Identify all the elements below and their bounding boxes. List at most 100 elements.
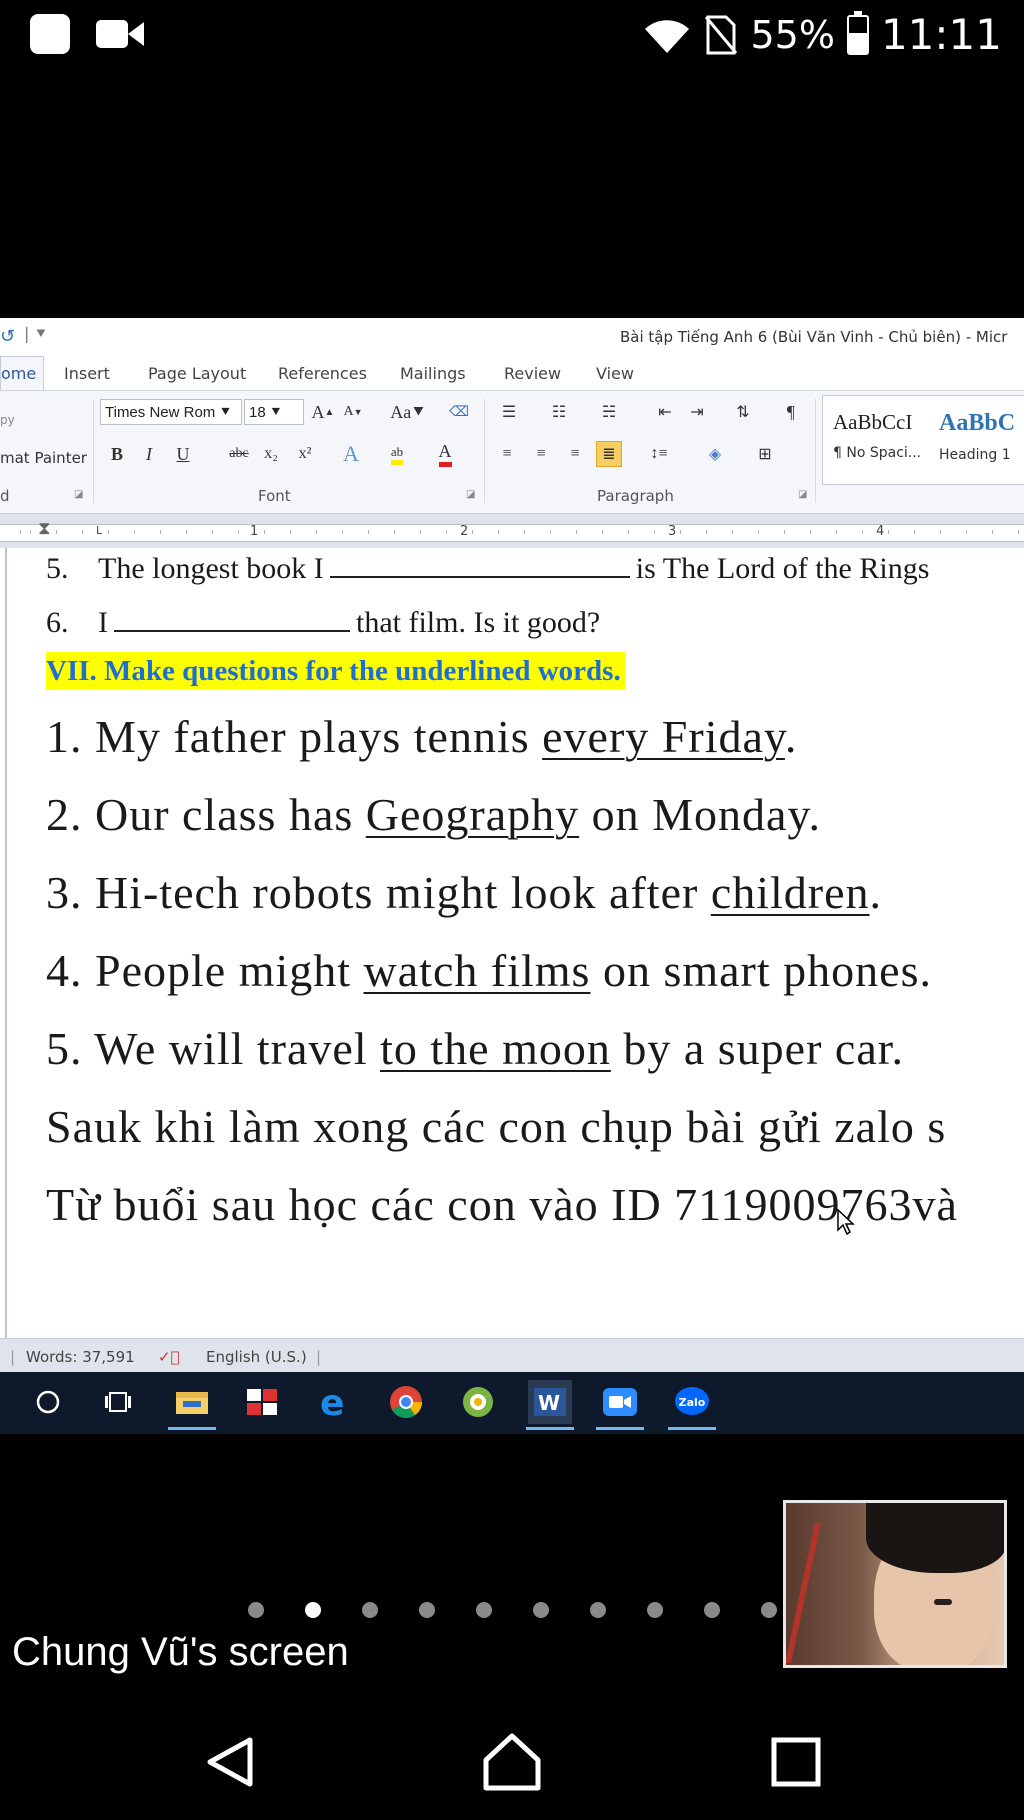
page-dot[interactable] (362, 1602, 378, 1618)
align-left-icon[interactable]: ≡ (494, 441, 520, 467)
tab-review[interactable]: Review (504, 364, 561, 383)
home-icon[interactable] (482, 1732, 542, 1792)
section-heading: VII. Make questions for the underlined w… (46, 652, 625, 690)
clear-format-icon[interactable]: ⌫ (446, 399, 472, 425)
note-line-1: Sauk khi làm xong các con chụp bài gửi z… (46, 1100, 946, 1153)
word-title-bar: ↺ | ⯆ Bài tập Tiếng Anh 6 (Bùi Văn Vinh … (0, 318, 1024, 356)
participant-video[interactable] (783, 1500, 1007, 1668)
decrease-indent-icon[interactable]: ⇤ (652, 399, 678, 425)
windows-taskbar: e W Zalo (0, 1372, 1024, 1434)
subscript-icon[interactable]: x₂ (258, 441, 284, 467)
multilevel-list-icon[interactable]: ☵ (596, 399, 622, 425)
highlight-icon[interactable]: ab (384, 441, 410, 467)
mouse-cursor-icon (837, 1208, 855, 1236)
tab-page-layout[interactable]: Page Layout (148, 364, 246, 383)
show-marks-icon[interactable]: ¶ (778, 399, 804, 425)
status-bar: 55% 11:11 (0, 0, 1024, 70)
page-dot[interactable] (476, 1602, 492, 1618)
font-launcher-icon[interactable]: ◪ (466, 489, 475, 500)
zalo-icon[interactable]: Zalo (668, 1380, 716, 1430)
style-sample: AaBbCcI (833, 410, 913, 434)
language-indicator[interactable]: English (U.S.) (206, 1348, 307, 1366)
recents-icon[interactable] (766, 1732, 826, 1792)
numbering-icon[interactable]: ☷ (546, 399, 572, 425)
style-name: Heading 1 (939, 447, 1011, 463)
question-4: 4. People might watch films on smart pho… (46, 944, 932, 997)
font-color-icon[interactable]: A (432, 441, 458, 467)
page-dot[interactable] (761, 1602, 777, 1618)
page-dot[interactable] (647, 1602, 663, 1618)
file-explorer-icon[interactable] (168, 1380, 216, 1430)
align-center-icon[interactable]: ≡ (528, 441, 554, 467)
app-icon[interactable] (240, 1380, 284, 1424)
underline-icon[interactable]: U (170, 441, 196, 467)
proofing-icon[interactable]: ✓⃝ (158, 1348, 180, 1366)
undo-icon[interactable]: ↺ (0, 326, 15, 347)
word-icon[interactable]: W (526, 1380, 574, 1430)
line-text: The longest book I (98, 552, 324, 585)
sort-icon[interactable]: ⇅ (730, 399, 756, 425)
chrome-icon[interactable] (384, 1380, 428, 1424)
shading-icon[interactable]: ◈ (702, 441, 728, 467)
clipboard-launcher-icon[interactable]: ◪ (74, 489, 83, 500)
style-name: ¶ No Spaci... (833, 445, 922, 461)
style-no-spacing[interactable]: AaBbCcI ¶ No Spaci... (833, 410, 921, 461)
ruler-number: 3 (668, 524, 677, 539)
indent-marker-icon[interactable]: ⧗ (38, 518, 51, 539)
edge-icon[interactable]: e (312, 1380, 356, 1424)
shrink-font-icon[interactable]: A ▼ (340, 399, 366, 425)
font-size-combo[interactable]: 18 ⯆ (244, 399, 304, 425)
back-icon[interactable] (200, 1732, 260, 1792)
page-dot[interactable] (533, 1602, 549, 1618)
copy-label[interactable]: py (0, 413, 15, 427)
tab-mailings[interactable]: Mailings (400, 364, 466, 383)
tab-references[interactable]: References (278, 364, 367, 383)
greenshot-icon[interactable] (456, 1380, 500, 1424)
document-page[interactable]: 5. The longest book I is The Lord of the R… (0, 548, 1024, 1338)
page-dot[interactable] (248, 1602, 264, 1618)
question-text: 1. My father plays tennis (46, 711, 543, 762)
page-dot[interactable] (590, 1602, 606, 1618)
bullets-icon[interactable]: ☰ (496, 399, 522, 425)
tab-view[interactable]: View (596, 364, 634, 383)
ruler[interactable]: ⧗ L 1 2 3 4 (0, 514, 1024, 549)
underlined-text: Geography (365, 789, 580, 840)
increase-indent-icon[interactable]: ⇥ (684, 399, 710, 425)
align-right-icon[interactable]: ≡ (562, 441, 588, 467)
format-painter-button[interactable]: mat Painter (0, 449, 87, 467)
question-3: 3. Hi-tech robots might look after child… (46, 866, 882, 919)
question-text: . (869, 867, 883, 918)
page-dot[interactable] (419, 1602, 435, 1618)
text-effects-icon[interactable]: A (338, 441, 364, 467)
bold-icon[interactable]: B (104, 441, 130, 467)
borders-icon[interactable]: ⊞ (752, 441, 778, 467)
italic-icon[interactable]: I (136, 441, 162, 467)
paragraph-launcher-icon[interactable]: ◪ (798, 489, 807, 500)
note-text: Từ buổi sau học các con vào ID 711900976… (46, 1179, 958, 1230)
battery-icon (846, 10, 869, 55)
shared-screen: ↺ | ⯆ Bài tập Tiếng Anh 6 (Bùi Văn Vinh … (0, 318, 1024, 1434)
tab-insert[interactable]: Insert (64, 364, 110, 383)
change-case-icon[interactable]: Aa⯆ (388, 399, 428, 425)
style-heading-1[interactable]: AaBbC Heading 1 (939, 410, 1015, 463)
word-count[interactable]: Words: 37,591 (26, 1348, 135, 1366)
qat-dropdown-icon[interactable]: | ⯆ (24, 324, 47, 344)
strikethrough-icon[interactable]: abc (226, 441, 252, 467)
svg-text:W: W (538, 1391, 560, 1415)
justify-icon[interactable]: ≣ (596, 441, 622, 467)
font-name-combo[interactable]: Times New Rom ⯆ (100, 399, 242, 425)
page-dot[interactable] (305, 1602, 321, 1618)
ribbon: py mat Painter d ◪ Times New Rom ⯆ 18 ⯆ … (0, 391, 1024, 514)
line-spacing-icon[interactable]: ↕≡ (646, 441, 672, 467)
tab-home[interactable]: ome (0, 356, 44, 390)
cortana-icon[interactable] (26, 1380, 70, 1424)
superscript-icon[interactable]: x² (292, 441, 318, 467)
grow-font-icon[interactable]: A ▲ (310, 399, 336, 425)
question-5: 5. We will travel to the moon by a super… (46, 1022, 904, 1075)
page-dot[interactable] (704, 1602, 720, 1618)
question-text: 3. Hi-tech robots might look after (46, 867, 711, 918)
zoom-icon[interactable] (596, 1380, 644, 1430)
task-view-icon[interactable] (96, 1380, 140, 1424)
tab-stop-icon[interactable]: L (96, 524, 102, 537)
styles-gallery[interactable]: AaBbCcI ¶ No Spaci... AaBbC Heading 1 (822, 395, 1024, 485)
